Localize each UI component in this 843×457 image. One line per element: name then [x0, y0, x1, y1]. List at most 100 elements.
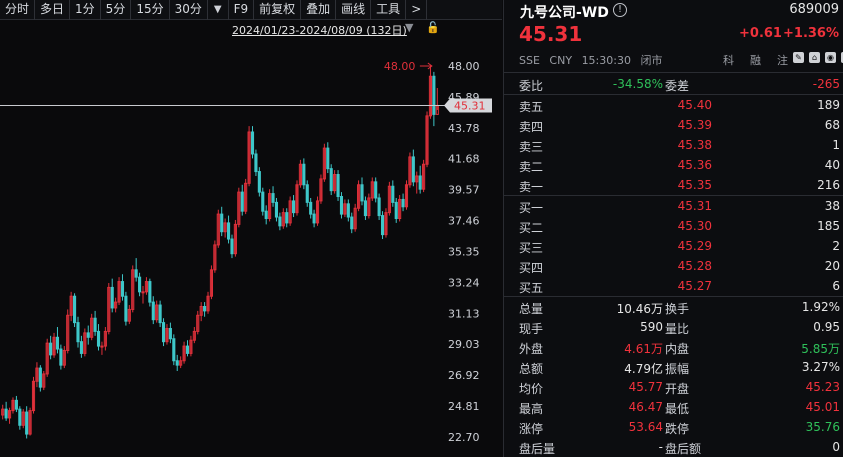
candle: [199, 302, 203, 322]
level-label: 买一: [519, 201, 544, 215]
candle: [114, 297, 118, 313]
edit-icon[interactable]: ✎: [793, 52, 804, 63]
ask-row[interactable]: 卖三 45.38 1: [504, 135, 843, 155]
weibi-value: -34.58%: [612, 77, 663, 91]
candle: [86, 325, 90, 345]
candle: [411, 149, 415, 187]
bid-row[interactable]: 买二 45.30 185: [504, 216, 843, 236]
toolbar-button[interactable]: 1分: [70, 0, 101, 20]
toolbar-button[interactable]: 15分: [131, 0, 170, 20]
bid-row[interactable]: 买五 45.27 6: [504, 276, 843, 296]
candle: [1, 404, 5, 420]
candle: [404, 180, 409, 210]
level-label: 买三: [519, 241, 544, 255]
ask-row[interactable]: 卖二 45.36 40: [504, 155, 843, 175]
candle: [380, 211, 385, 240]
candle: [274, 197, 279, 222]
level-volume: 216: [817, 178, 840, 192]
toolbar-button[interactable]: 工具: [371, 0, 407, 20]
candle: [435, 87, 439, 115]
candle: [367, 193, 371, 219]
stat-value: 1.92%: [801, 300, 840, 314]
lock-icon[interactable]: 🔓: [426, 21, 440, 34]
toolbar-button[interactable]: 多日: [35, 0, 71, 20]
toolbar-button[interactable]: 5分: [101, 0, 132, 20]
candle: [185, 340, 190, 357]
level-label: 买四: [519, 261, 544, 275]
kline-chart[interactable]: 48.00 45.89 43.78 41.68 39.57 37.46 35.35 33.24…: [0, 20, 502, 457]
candle: [428, 66, 433, 119]
candle: [179, 356, 183, 369]
exchange: SSE: [519, 54, 540, 67]
candle: [18, 406, 22, 430]
stat-label: 跌停: [665, 422, 690, 436]
candle: [42, 371, 46, 391]
level-volume: 185: [817, 219, 840, 233]
candle: [295, 180, 299, 216]
candle: [11, 397, 15, 414]
candle: [25, 406, 29, 439]
level-volume: 68: [824, 118, 840, 132]
candle: [38, 365, 42, 392]
stock-name: 九号公司-WD: [520, 5, 609, 21]
stat-row: 总额 4.79亿 振幅 3.27%: [504, 357, 843, 377]
triangle-down-icon[interactable]: ▼: [405, 21, 413, 34]
toolbar-button[interactable]: 叠加: [301, 0, 337, 20]
candle: [79, 335, 83, 358]
stat-label: 最高: [519, 402, 544, 416]
candle: [196, 310, 200, 335]
more-arrow-button[interactable]: >: [406, 0, 428, 20]
pin-icon[interactable]: ⌂: [809, 52, 820, 63]
stat-label: 总额: [519, 362, 544, 376]
candle: [309, 197, 313, 219]
quote-time: 15:30:30: [581, 54, 631, 67]
candle: [110, 278, 114, 313]
level-label: 卖三: [519, 140, 544, 154]
period-toolbar: 分时 多日 1分 5分 15分 30分 ▼ F9 前复权 叠加 画线 工具 >: [0, 0, 502, 20]
stat-label: 最低: [665, 402, 690, 416]
bid-row[interactable]: 买一 45.31 38: [504, 196, 843, 216]
chevron-down-icon[interactable]: ▼: [208, 0, 229, 20]
candle: [398, 195, 402, 222]
candle: [66, 309, 70, 354]
y-tick-label: 39.57: [448, 184, 480, 197]
y-tick-label: 37.46: [448, 215, 480, 228]
y-tick-label: 41.68: [448, 153, 480, 166]
bid-row[interactable]: 买三 45.29 2: [504, 236, 843, 256]
date-range-label[interactable]: 2024/01/23-2024/08/09 (132日): [232, 22, 407, 38]
toolbar-button[interactable]: 分时: [0, 0, 36, 20]
toolbar-button[interactable]: 画线: [336, 0, 372, 20]
candle: [216, 209, 220, 248]
toolbar-button[interactable]: 前复权: [254, 0, 302, 20]
candle: [62, 346, 66, 369]
candle: [292, 195, 296, 218]
kline-svg[interactable]: 48.0045.8943.7841.6839.5737.4635.3533.24…: [0, 20, 502, 457]
bid-row[interactable]: 买四 45.28 20: [504, 256, 843, 276]
candle: [370, 177, 374, 201]
candle: [422, 159, 426, 193]
ask-row[interactable]: 卖一 45.35 216: [504, 175, 843, 195]
level-label: 卖二: [519, 160, 544, 174]
stat-row: 总量 10.46万 换手 1.92%: [504, 297, 843, 317]
y-tick-label: 29.03: [448, 338, 480, 351]
stat-label: 开盘: [665, 382, 690, 396]
stat-value: -: [658, 440, 663, 454]
toolbar-button[interactable]: 30分: [170, 0, 208, 20]
stat-row: 涨停 53.64 跌停 35.76: [504, 417, 843, 437]
candle: [165, 324, 169, 345]
y-tick-label: 31.13: [448, 307, 480, 320]
candle: [305, 180, 309, 207]
candle: [357, 180, 361, 212]
info-icon[interactable]: !: [613, 3, 627, 17]
candle: [55, 327, 60, 354]
candle: [268, 189, 272, 222]
bell-icon[interactable]: ◉: [825, 52, 836, 63]
ask-row[interactable]: 卖四 45.39 68: [504, 115, 843, 135]
ask-row[interactable]: 卖五 45.40 189: [504, 95, 843, 115]
toolbar-button[interactable]: F9: [229, 0, 255, 20]
candle: [302, 158, 306, 190]
candle: [45, 338, 49, 377]
level-price: 45.39: [677, 118, 712, 132]
candle: [192, 327, 196, 344]
candle: [247, 126, 251, 187]
